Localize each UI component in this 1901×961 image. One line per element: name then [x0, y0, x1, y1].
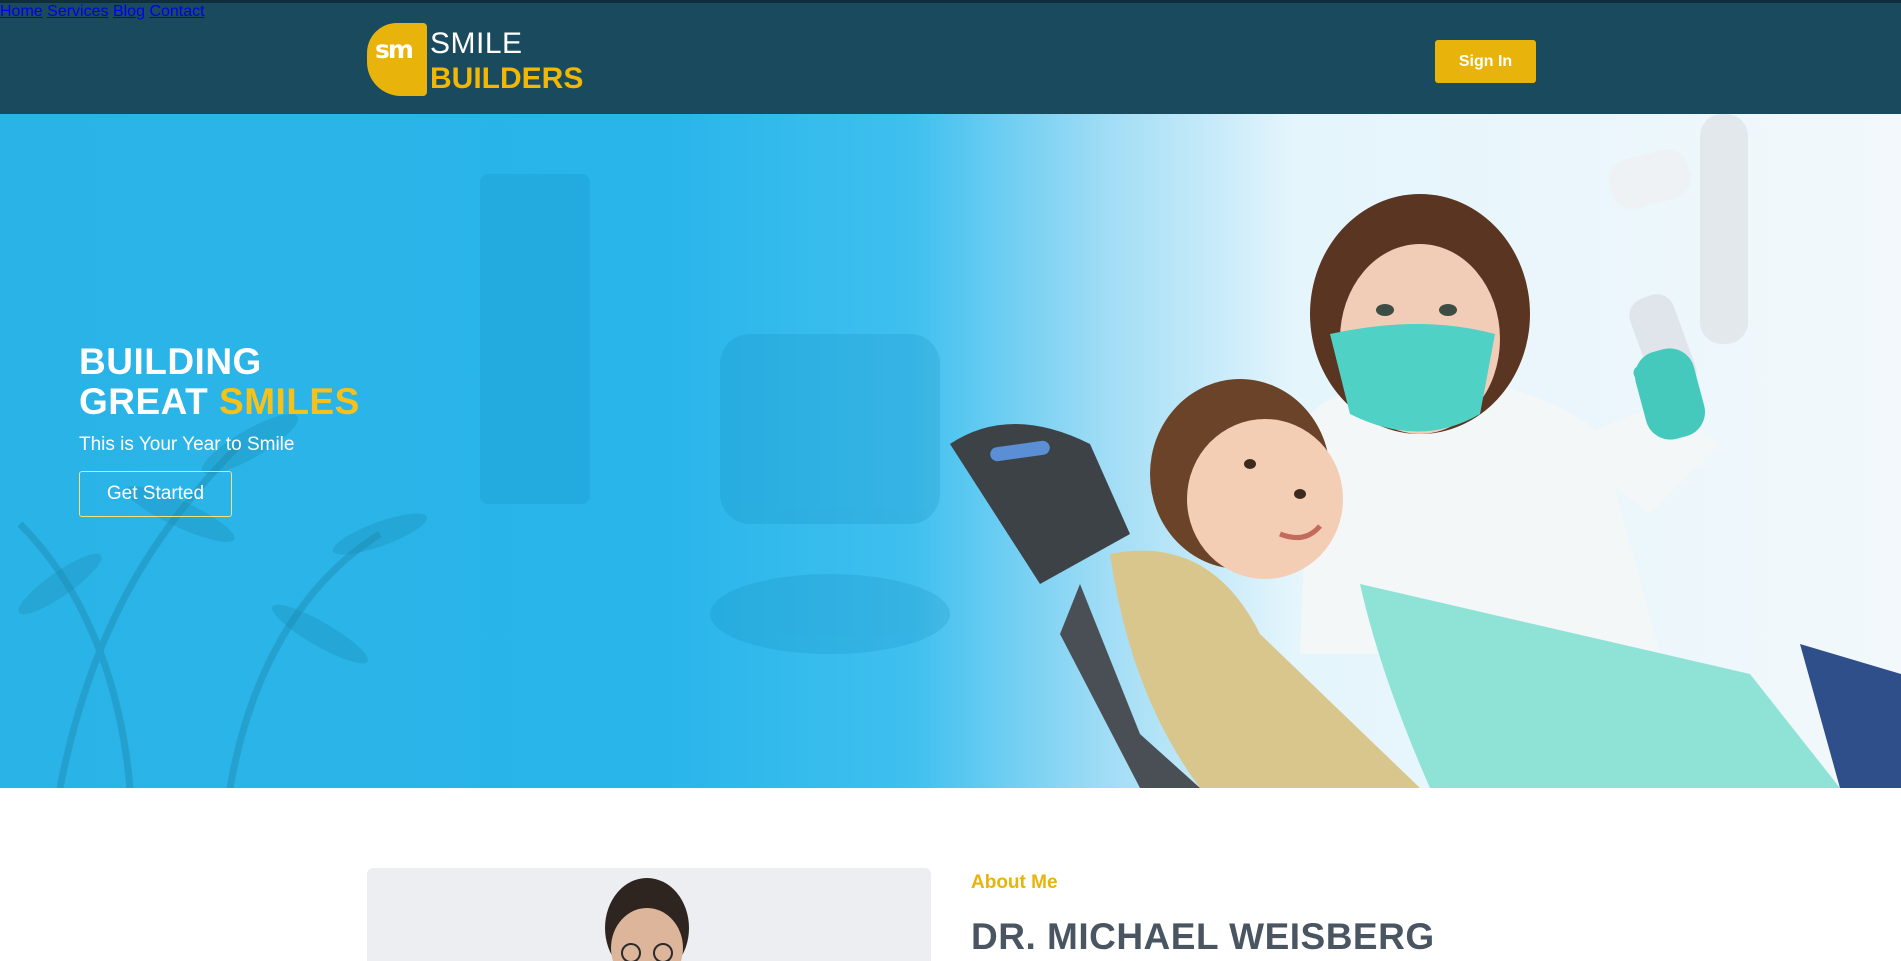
site-logo[interactable]: sm SMILE BUILDERS [367, 23, 583, 96]
nav-contact-link[interactable]: Contact [149, 3, 204, 20]
logo-badge: sm [367, 23, 427, 96]
logo-line1: SMILE [430, 27, 523, 60]
hero-title-highlight: SMILES [219, 381, 360, 422]
doctor-portrait [605, 878, 689, 961]
main-nav: Home Services Blog Contact [0, 3, 1901, 21]
top-navigation-bar: sm SMILE BUILDERS Home Services Blog Con… [0, 0, 1901, 114]
nav-services-link[interactable]: Services [47, 3, 108, 20]
logo-badge-text: sm [375, 35, 414, 64]
get-started-button[interactable]: Get Started [79, 471, 232, 517]
hero-banner: BUILDING GREAT SMILES This is Your Year … [0, 114, 1901, 788]
hero-title-line2-plain: GREAT [79, 381, 209, 422]
doctor-name: DR. MICHAEL WEISBERG [971, 916, 1435, 957]
hero-subtitle: This is Your Year to Smile [79, 434, 295, 455]
hero-title: BUILDING GREAT SMILES [79, 342, 360, 422]
doctor-photo [367, 868, 931, 961]
logo-line2: BUILDERS [430, 62, 584, 95]
logo-wordmark: SMILE BUILDERS [430, 23, 583, 94]
sign-in-button[interactable]: Sign In [1435, 40, 1536, 83]
about-kicker: About Me [971, 872, 1058, 893]
nav-home-link[interactable]: Home [0, 3, 43, 20]
nav-blog-link[interactable]: Blog [113, 3, 145, 20]
hero-title-line1: BUILDING [79, 341, 262, 382]
